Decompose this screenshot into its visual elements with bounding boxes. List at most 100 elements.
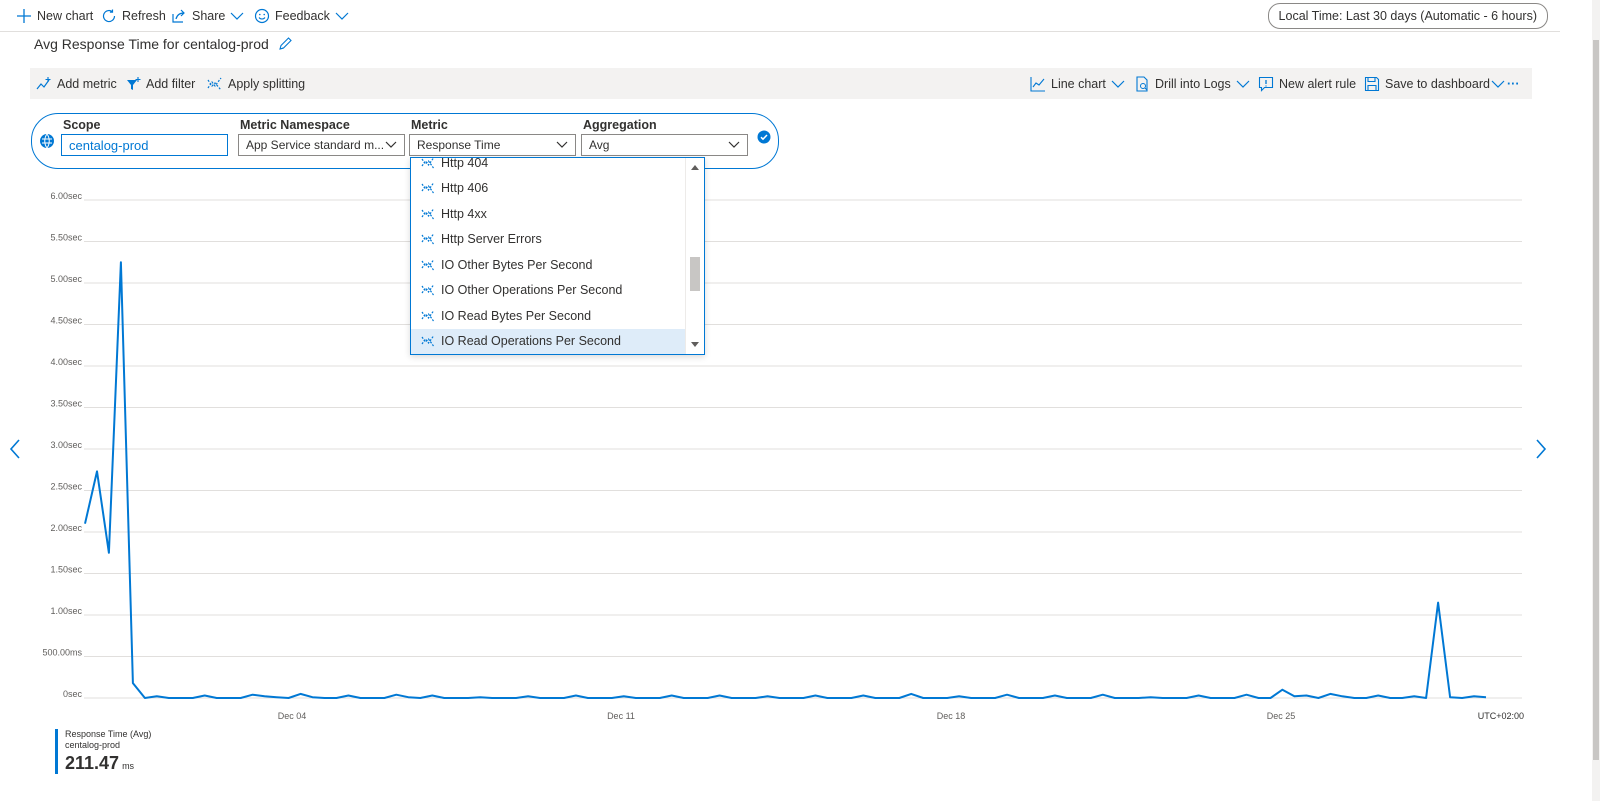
page-scrollbar-thumb[interactable]: [1593, 40, 1599, 760]
dropdown-option[interactable]: Http 4xx: [411, 201, 685, 226]
y-tick-label: 4.00sec: [50, 357, 82, 367]
scroll-down-icon[interactable]: [691, 342, 699, 348]
scroll-up-icon[interactable]: [691, 164, 699, 170]
y-tick-label: 1.00sec: [50, 606, 82, 616]
new-alert-rule-label: New alert rule: [1279, 76, 1357, 91]
share-icon: [172, 9, 185, 23]
add-metric-icon: [36, 76, 51, 89]
page-scrollbar[interactable]: [1592, 0, 1600, 801]
scope-label: Scope: [63, 118, 101, 132]
metric-icon: [421, 158, 434, 168]
dropdown-option-label: Http 4xx: [441, 206, 487, 221]
legend-resource: centalog-prod: [65, 740, 121, 750]
x-tick-label: Dec 04: [278, 711, 307, 721]
logs-icon: [1136, 75, 1148, 92]
metric-namespace-value: App Service standard m...: [246, 138, 385, 152]
share-button[interactable]: Share: [171, 0, 250, 31]
add-metric-label: Add metric: [57, 76, 117, 91]
dropdown-option-label: IO Other Bytes Per Second: [441, 257, 593, 272]
apply-splitting-button[interactable]: Apply splitting: [207, 68, 305, 99]
dropdown-option-label: IO Other Operations Per Second: [441, 283, 623, 297]
metric-icon: [421, 335, 434, 347]
metric-icon: [421, 182, 434, 194]
metric-select[interactable]: Response Time: [409, 134, 576, 156]
line-chart: 0sec 500.00ms 1.00sec 1.50sec 2.00sec 2.50sec…: [42, 191, 1524, 721]
metric-icon: [421, 208, 434, 219]
chart-toolbar: Add metric Add filter Apply splitting Li…: [30, 68, 1532, 99]
chevron-down-icon: [556, 141, 568, 148]
filter-icon: [127, 76, 141, 90]
save-icon: [1364, 76, 1380, 91]
more-options-icon: ···: [1507, 76, 1520, 91]
splitting-icon: [207, 77, 222, 90]
chevron-down-icon: [728, 141, 740, 148]
chevron-left-icon[interactable]: [9, 438, 21, 460]
dropdown-option[interactable]: Http 404: [411, 157, 685, 175]
drill-into-logs-button[interactable]: Drill into Logs: [1134, 68, 1256, 99]
chevron-right-icon[interactable]: [1535, 438, 1547, 460]
y-tick-label: 2.00sec: [50, 523, 82, 533]
plus-icon: [17, 8, 31, 23]
scope-value: centalog-prod: [69, 137, 149, 153]
y-tick-label: 5.50sec: [50, 233, 82, 243]
legend-series-name: Response Time (Avg): [65, 729, 152, 739]
line-chart-label: Line chart: [1051, 76, 1106, 91]
dropdown-option-label: IO Read Operations Per Second: [441, 334, 621, 348]
alert-icon: [1258, 76, 1274, 92]
save-to-dashboard-label: Save to dashboard: [1385, 76, 1490, 91]
refresh-icon: [102, 9, 116, 22]
add-metric-button[interactable]: Add metric: [36, 68, 117, 99]
metric-namespace-label: Metric Namespace: [240, 118, 350, 132]
chart-title-text: Avg Response Time for centalog-prod: [34, 36, 269, 52]
new-chart-button[interactable]: New chart: [16, 0, 93, 31]
metric-icon: [421, 310, 434, 321]
share-label: Share: [192, 8, 226, 23]
aggregation-value: Avg: [589, 138, 610, 152]
y-tick-label: 4.50sec: [50, 316, 82, 326]
x-tick-label: Dec 18: [937, 711, 966, 721]
feedback-label: Feedback: [275, 8, 330, 23]
feedback-button[interactable]: Feedback: [254, 0, 355, 31]
dropdown-option[interactable]: IO Other Operations Per Second: [411, 278, 685, 303]
y-tick-label: 3.00sec: [50, 440, 82, 450]
dropdown-scrollbar-thumb[interactable]: [690, 257, 700, 291]
y-tick-label: 3.50sec: [50, 399, 82, 409]
chart-title: Avg Response Time for centalog-prod: [34, 36, 293, 52]
x-tick-label: Dec 11: [607, 711, 635, 721]
dropdown-option[interactable]: IO Read Operations Per Second: [411, 328, 685, 354]
scope-field[interactable]: centalog-prod: [61, 134, 228, 156]
series-line: [84, 261, 1487, 699]
line-chart-button[interactable]: Line chart: [1030, 68, 1131, 99]
legend-unit: ms: [122, 761, 135, 771]
aggregation-select[interactable]: Avg: [581, 134, 748, 156]
confirm-check-icon[interactable]: [757, 130, 771, 144]
timezone-label: UTC+02:00: [1478, 711, 1524, 721]
chevron-down-icon: [1111, 80, 1125, 88]
chevron-down-icon: [385, 141, 397, 148]
line-chart-icon: [1030, 76, 1045, 92]
y-tick-label: 0sec: [63, 689, 83, 699]
dropdown-option-label: Http Server Errors: [441, 232, 542, 246]
pencil-icon[interactable]: [277, 36, 293, 52]
metric-namespace-select[interactable]: App Service standard m...: [238, 134, 405, 156]
dropdown-option-label: IO Read Bytes Per Second: [441, 308, 592, 323]
smiley-icon: [254, 8, 270, 23]
time-range-picker[interactable]: Local Time: Last 30 days (Automatic - 6 …: [1267, 3, 1548, 29]
metric-value: Response Time: [417, 138, 501, 152]
dropdown-option-label: Http 406: [441, 181, 489, 195]
resource-icon: [40, 133, 54, 149]
metric-dropdown-list[interactable]: Http 404 Http 406 Http 4xx Http Server Erro…: [410, 157, 705, 355]
dropdown-scrollbar[interactable]: [685, 158, 704, 354]
add-filter-button[interactable]: Add filter: [125, 68, 195, 99]
dropdown-option[interactable]: IO Read Bytes Per Second: [411, 303, 685, 328]
dropdown-option-label: Http 404: [441, 157, 489, 170]
refresh-label: Refresh: [122, 8, 166, 23]
new-alert-rule-button[interactable]: New alert rule: [1258, 68, 1356, 99]
refresh-button[interactable]: Refresh: [101, 0, 166, 31]
dropdown-option[interactable]: Http Server Errors: [411, 227, 685, 252]
chart-legend[interactable]: Response Time (Avg) centalog-prod 211.47…: [55, 729, 151, 774]
dropdown-option[interactable]: IO Other Bytes Per Second: [411, 252, 685, 277]
more-options-button[interactable]: ···: [1507, 68, 1520, 99]
save-to-dashboard-button[interactable]: Save to dashboard: [1364, 68, 1511, 99]
dropdown-option[interactable]: Http 406: [411, 176, 685, 201]
